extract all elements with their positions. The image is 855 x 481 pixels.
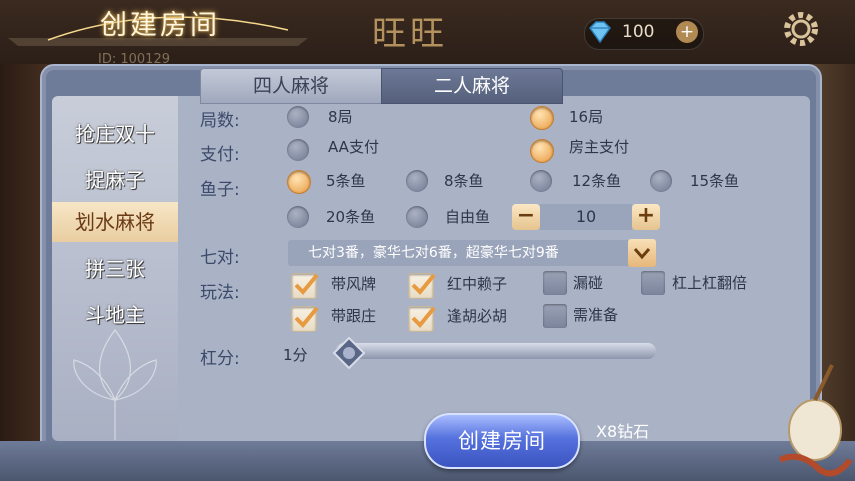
fish-12-label: 12条鱼	[572, 172, 622, 190]
add-diamond-button[interactable]: +	[676, 21, 698, 43]
rounds-label: 局数:	[200, 111, 240, 131]
tab-four-player[interactable]: 四人麻将	[200, 68, 382, 104]
sidebar-item-zhuomazi[interactable]: 捉麻子	[52, 160, 178, 200]
payment-label: 支付:	[200, 145, 240, 165]
diamond-icon	[589, 21, 611, 44]
kong-score-slider[interactable]	[336, 343, 656, 359]
rounds-16-label: 16局	[569, 108, 604, 126]
fish-plus-button[interactable]: +	[632, 204, 660, 230]
check-icon	[294, 306, 319, 328]
seven-pairs-select[interactable]: 七对3番，豪华七对6番，超豪华七对9番	[288, 240, 648, 266]
fish-stepper-value: 10	[540, 204, 632, 230]
sidebar-item-qiangzhuang[interactable]: 抢庄双十	[52, 114, 178, 154]
sidebar-item-huashui[interactable]: 划水麻将	[52, 202, 178, 242]
play-gangshanggang-checkbox[interactable]	[641, 271, 665, 295]
rounds-8-radio[interactable]	[287, 106, 309, 128]
fish-free-label: 自由鱼	[445, 208, 491, 226]
dialog-title: 创建房间	[100, 10, 220, 41]
sidebar-item-doudizhu[interactable]: 斗地主	[52, 295, 178, 335]
fish-15-radio[interactable]	[650, 170, 672, 192]
fish-20-label: 20条鱼	[326, 208, 376, 226]
payment-owner-radio[interactable]	[530, 139, 554, 163]
seven-pairs-label: 七对:	[200, 248, 240, 268]
settings-gear-icon[interactable]	[780, 8, 822, 50]
kong-score-value: 1分	[283, 346, 308, 364]
fish-5-radio[interactable]	[287, 170, 311, 194]
play-label: 玩法:	[200, 283, 240, 303]
play-fengpai-label: 带风牌	[331, 275, 377, 293]
options-content	[178, 96, 810, 441]
payment-aa-radio[interactable]	[287, 139, 309, 161]
play-hongzhong-label: 红中赖子	[447, 275, 508, 293]
create-room-button[interactable]: 创建房间	[424, 413, 580, 469]
payment-aa-label: AA支付	[328, 138, 379, 156]
fish-label: 鱼子:	[200, 180, 240, 200]
fish-8-label: 8条鱼	[444, 172, 484, 190]
kong-score-label: 杠分:	[200, 349, 240, 369]
play-fenghu-label: 逢胡必胡	[447, 307, 508, 325]
fish-8-radio[interactable]	[406, 170, 428, 192]
lobby-title: 旺旺	[372, 14, 448, 54]
fish-12-radio[interactable]	[530, 170, 552, 192]
fish-15-label: 15条鱼	[690, 172, 740, 190]
slider-thumb-icon[interactable]	[332, 336, 366, 370]
fish-minus-button[interactable]: −	[512, 204, 540, 230]
sidebar-item-pinsanzhang[interactable]: 拼三张	[52, 249, 178, 289]
rounds-8-label: 8局	[328, 108, 353, 126]
play-hongzhong-checkbox[interactable]	[408, 273, 436, 299]
create-cost-label: X8钻石	[596, 422, 650, 441]
play-zhunbei-checkbox[interactable]	[543, 304, 567, 328]
check-icon	[411, 273, 436, 295]
play-genzhuang-label: 带跟庄	[331, 307, 377, 325]
play-loupeng-checkbox[interactable]	[543, 271, 567, 295]
rounds-16-radio[interactable]	[530, 106, 554, 130]
play-fenghu-checkbox[interactable]	[408, 306, 436, 332]
check-icon	[411, 306, 436, 328]
play-loupeng-label: 漏碰	[573, 274, 604, 292]
seven-pairs-dropdown-button[interactable]	[628, 239, 656, 267]
tab-two-player[interactable]: 二人麻将	[381, 68, 563, 104]
check-icon	[294, 273, 319, 295]
fish-20-radio[interactable]	[287, 206, 309, 228]
play-gangshanggang-label: 杠上杠翻倍	[672, 274, 748, 292]
payment-owner-label: 房主支付	[569, 138, 630, 156]
chevron-down-icon	[633, 248, 651, 260]
fish-free-radio[interactable]	[406, 206, 428, 228]
play-fengpai-checkbox[interactable]	[291, 273, 319, 299]
fish-5-label: 5条鱼	[326, 172, 366, 190]
pipa-decoration-icon	[778, 364, 853, 477]
mahjong-tabs: 四人麻将 二人麻将	[200, 68, 563, 104]
play-genzhuang-checkbox[interactable]	[291, 306, 319, 332]
play-zhunbei-label: 需准备	[573, 306, 619, 324]
diamond-count: 100	[622, 22, 655, 42]
